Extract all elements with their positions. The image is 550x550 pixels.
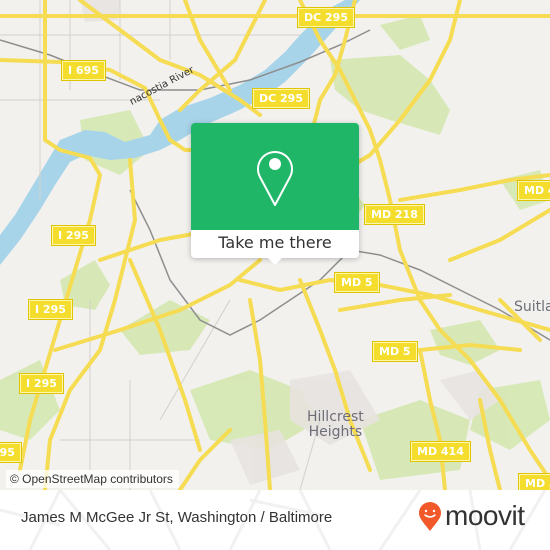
place-label-line: Heights	[308, 424, 363, 440]
road-shield: MD 414	[411, 442, 470, 461]
map-attribution[interactable]: © OpenStreetMap contributors	[6, 470, 179, 488]
road-shield: I 295	[20, 374, 63, 393]
moovit-pin-icon	[419, 502, 441, 531]
road-shield: I 295	[0, 443, 21, 462]
road-shield: MD 5	[519, 474, 550, 490]
road-shield: MD 5	[373, 342, 417, 361]
place-label-suitland: Suitlan	[514, 299, 550, 315]
map-view[interactable]: nacostia River DC 295 I 695 DC 295 I 295…	[0, 0, 550, 490]
road-shield: DC 295	[298, 8, 354, 27]
road-shield: I 295	[52, 226, 95, 245]
location-title: James M McGee Jr St, Washington / Baltim…	[21, 509, 333, 526]
moovit-wordmark: moovit	[445, 500, 525, 531]
place-label-hillcrest-heights: Hillcrest Heights	[307, 410, 364, 440]
footer: James M McGee Jr St, Washington / Baltim…	[0, 490, 550, 550]
road-shield: MD 4	[518, 181, 550, 200]
moovit-logo[interactable]: moovit	[418, 500, 525, 532]
take-me-there-button[interactable]: Take me there	[191, 230, 359, 258]
popup-pointer	[267, 257, 283, 265]
map-pin-icon	[257, 151, 293, 206]
popup-header[interactable]	[191, 123, 359, 230]
road-shield: DC 295	[253, 89, 309, 108]
road-shield: MD 5	[335, 273, 379, 292]
road-shield: I 295	[29, 300, 72, 319]
location-popup: Take me there	[191, 123, 359, 265]
road-shield: I 695	[62, 61, 105, 80]
road-shield: MD 218	[365, 205, 424, 224]
place-label-line: Hillcrest	[307, 409, 364, 425]
